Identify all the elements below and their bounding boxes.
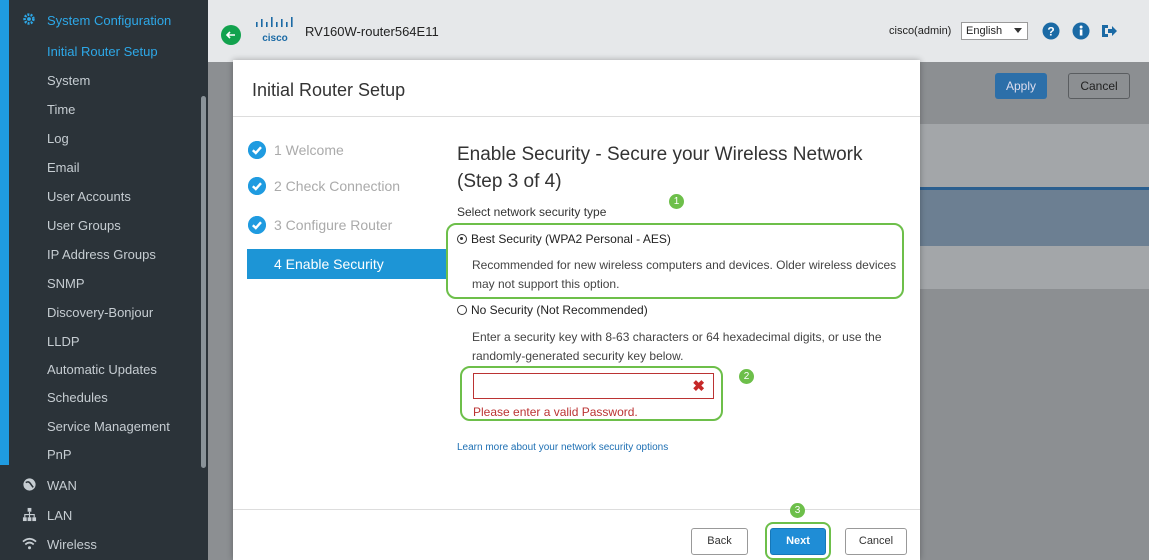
language-value: English (966, 25, 1003, 37)
radio-unselected-icon (457, 305, 467, 315)
sidebar-section-wan[interactable]: WAN (0, 471, 208, 499)
sidebar-item-snmp[interactable]: SNMP (47, 276, 85, 291)
sidebar-section-label: WAN (47, 478, 77, 493)
check-circle-icon (248, 141, 266, 159)
sidebar-item-time[interactable]: Time (47, 102, 75, 117)
language-select[interactable]: English (961, 22, 1028, 40)
sidebar-item-log[interactable]: Log (47, 131, 69, 146)
radio-best-security[interactable]: Best Security (WPA2 Personal - AES) (457, 232, 671, 246)
sidebar-section-wireless[interactable]: Wireless (0, 530, 208, 558)
step-label: 2 Check Connection (274, 178, 401, 194)
divider (233, 116, 920, 117)
sidebar-section-lan[interactable]: LAN (0, 501, 208, 529)
sidebar-item-user-groups[interactable]: User Groups (47, 218, 121, 233)
dialog-title: Initial Router Setup (252, 80, 406, 100)
sidebar-scrollbar[interactable] (201, 96, 206, 468)
svg-text:cisco: cisco (262, 33, 288, 44)
setup-wizard-dialog: Initial Router Setup 1 Welcome 2 Check C… (233, 60, 920, 560)
step-enable-security[interactable]: 4 Enable Security (247, 249, 446, 279)
callout-badge-1: 1 (669, 194, 684, 209)
check-circle-icon (248, 216, 266, 234)
chevron-down-icon (1014, 28, 1022, 33)
menu-toggle-button[interactable] (221, 25, 241, 45)
radio-label: Best Security (WPA2 Personal - AES) (471, 232, 671, 246)
gear-icon (23, 13, 35, 25)
step-welcome[interactable]: 1 Welcome (248, 139, 448, 167)
step-check-connection[interactable]: 2 Check Connection (248, 175, 448, 203)
sidebar-item-ip-address-groups[interactable]: IP Address Groups (47, 247, 156, 262)
sidebar-item-pnp[interactable]: PnP (47, 447, 72, 462)
section-heading: Enable Security - Secure your Wireless N… (457, 144, 863, 192)
callout-badge-3: 3 (790, 503, 805, 518)
sidebar-section-label: System Configuration (47, 13, 172, 28)
sidebar-item-system[interactable]: System (47, 73, 90, 88)
security-key-help: Enter a security key with 8-63 character… (472, 330, 882, 363)
logout-icon[interactable] (1100, 22, 1118, 40)
divider (233, 509, 920, 510)
sidebar-item-discovery-bonjour[interactable]: Discovery-Bonjour (47, 305, 153, 320)
user-label: cisco(admin) (889, 25, 952, 37)
sidebar-section-system-configuration[interactable]: System Configuration (0, 10, 208, 36)
error-x-icon: ✖ (692, 378, 705, 395)
radio-selected-icon (457, 234, 467, 244)
menu-toggle-icon (225, 31, 235, 39)
sidebar-item-automatic-updates[interactable]: Automatic Updates (47, 362, 157, 377)
apply-button[interactable]: Apply (995, 73, 1047, 99)
security-key-input[interactable]: ✖ (473, 373, 714, 399)
top-bar: cisco RV160W-router564E11 cisco(admin) E… (208, 0, 1149, 62)
callout-badge-2: 2 (739, 369, 754, 384)
password-error: Please enter a valid Password. (473, 405, 638, 419)
network-icon (22, 507, 37, 522)
step-label: 4 Enable Security (274, 256, 384, 272)
device-name: RV160W-router564E11 (305, 24, 439, 39)
sidebar-item-email[interactable]: Email (47, 160, 80, 175)
sidebar-item-schedules[interactable]: Schedules (47, 390, 108, 405)
sidebar-accent-bar (0, 0, 9, 465)
globe-icon (23, 478, 36, 491)
step-label: 3 Configure Router (274, 217, 393, 233)
next-button[interactable]: Next (770, 528, 826, 555)
cancel-button-background[interactable]: Cancel (1068, 73, 1130, 99)
back-button[interactable]: Back (691, 528, 748, 555)
sidebar-item-lldp[interactable]: LLDP (47, 334, 80, 349)
security-type-label: Select network security type (457, 205, 607, 219)
background-panel-row (908, 190, 1149, 246)
learn-more-link[interactable]: Learn more about your network security o… (457, 442, 668, 453)
sidebar-section-label: Wireless (47, 537, 97, 552)
best-security-description: Recommended for new wireless computers a… (472, 258, 897, 291)
radio-no-security[interactable]: No Security (Not Recommended) (457, 303, 648, 317)
wifi-icon (22, 537, 37, 550)
step-configure-router[interactable]: 3 Configure Router (248, 214, 448, 242)
sidebar-section-label: LAN (47, 508, 73, 523)
help-icon[interactable]: ? (1042, 22, 1060, 40)
cisco-logo: cisco (256, 17, 293, 44)
sidebar-item-service-management[interactable]: Service Management (47, 419, 170, 434)
step-label: 1 Welcome (274, 142, 344, 158)
svg-text:?: ? (1047, 25, 1054, 39)
sidebar: System Configuration Initial Router Setu… (0, 0, 208, 560)
cancel-button[interactable]: Cancel (845, 528, 907, 555)
info-icon[interactable] (1072, 22, 1090, 40)
sidebar-item-initial-router-setup[interactable]: Initial Router Setup (47, 44, 158, 59)
check-circle-icon (248, 177, 266, 195)
radio-label: No Security (Not Recommended) (471, 303, 648, 317)
sidebar-item-user-accounts[interactable]: User Accounts (47, 189, 131, 204)
